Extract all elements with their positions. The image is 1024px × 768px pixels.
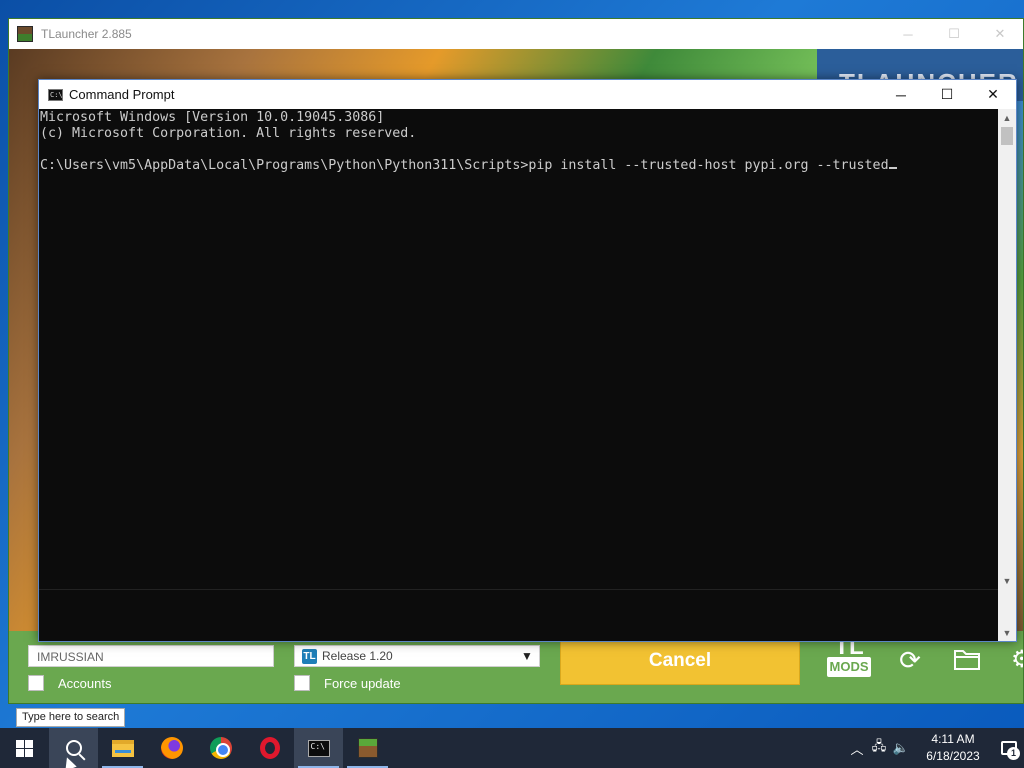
system-tray: ︿ 🖧 🔈 4:11 AM 6/18/2023 1 [846, 728, 1024, 768]
file-explorer-icon [111, 739, 134, 757]
taskbar-minecraft[interactable] [343, 728, 392, 768]
version-select-value: Release 1.20 [322, 649, 393, 663]
cmd-window-controls: ─ ☐ ✕ [878, 80, 1016, 109]
tl-mods-button[interactable]: TL MODS [827, 635, 871, 685]
tlauncher-app-icon [17, 26, 33, 42]
taskbar-opera[interactable] [245, 728, 294, 768]
network-icon[interactable]: 🖧 [868, 728, 890, 768]
accounts-label: Accounts [58, 675, 112, 691]
scroll-down-icon[interactable]: ▼ [998, 572, 1016, 589]
cmd-lower-scrollbar[interactable]: ▼ [998, 589, 1016, 641]
text-cursor [888, 167, 897, 169]
tlauncher-titlebar[interactable]: TLauncher 2.885 ─ ☐ ✕ [9, 19, 1023, 49]
chrome-icon [209, 737, 232, 759]
console-input-line[interactable]: C:\Users\vm5\AppData\Local\Programs\Pyth… [40, 158, 998, 174]
minecraft-icon [357, 738, 378, 758]
opera-icon [259, 737, 280, 759]
firefox-icon [160, 737, 183, 759]
command-prompt-window: C:\ Command Prompt ─ ☐ ✕ Microsoft Windo… [38, 79, 1017, 642]
accounts-checkbox-box[interactable] [28, 675, 44, 691]
clock-time: 4:11 AM [931, 732, 975, 746]
tl-mods-bottom: MODS [827, 657, 871, 677]
chevron-down-icon[interactable]: ▼ [515, 646, 539, 666]
scrollbar-thumb[interactable] [1001, 127, 1013, 145]
minimize-icon[interactable]: ─ [885, 19, 931, 49]
minimize-icon[interactable]: ─ [878, 80, 924, 109]
taskbar-file-explorer[interactable] [98, 728, 147, 768]
version-select[interactable]: TL Release 1.20 ▼ [294, 645, 540, 667]
clock[interactable]: 4:11 AM 6/18/2023 [916, 731, 990, 765]
volume-muted-icon[interactable]: 🔈 [890, 728, 912, 768]
force-update-checkbox[interactable]: Force update [294, 675, 401, 691]
force-update-label: Force update [324, 675, 401, 691]
command-prompt-icon: C:\ [307, 739, 330, 757]
accounts-checkbox[interactable]: Accounts [28, 675, 111, 691]
maximize-icon[interactable]: ☐ [931, 19, 977, 49]
search-icon [65, 740, 82, 756]
username-input[interactable]: IMRUSSIAN [28, 645, 274, 667]
cmd-vertical-scrollbar[interactable]: ▲ ▼ [998, 109, 1016, 589]
taskbar-firefox[interactable] [147, 728, 196, 768]
notification-count-badge: 1 [1007, 747, 1020, 760]
maximize-icon[interactable]: ☐ [924, 80, 970, 109]
tlauncher-version-icon: TL [302, 648, 317, 664]
tlauncher-title: TLauncher 2.885 [41, 27, 132, 41]
start-button[interactable] [0, 728, 49, 768]
taskbar-command-prompt[interactable]: C:\ [294, 728, 343, 768]
cmd-app-icon: C:\ [48, 88, 63, 101]
notification-center-button[interactable]: 1 [994, 728, 1024, 768]
taskbar: C:\ ︿ 🖧 🔈 4:11 AM 6/18/2023 1 [0, 728, 1024, 768]
close-icon[interactable]: ✕ [970, 80, 1016, 109]
console-command: C:\Users\vm5\AppData\Local\Programs\Pyth… [40, 158, 889, 173]
cmd-lower-pane [39, 589, 999, 641]
search-tooltip: Type here to search [16, 708, 126, 727]
folder-icon[interactable] [953, 647, 981, 671]
gear-icon[interactable]: ⚙ [1011, 645, 1023, 675]
chevron-up-icon[interactable]: ︿ [846, 728, 868, 768]
close-icon[interactable]: ✕ [977, 19, 1023, 49]
scroll-down-icon[interactable]: ▼ [998, 624, 1016, 641]
windows-start-icon [16, 739, 33, 757]
scroll-up-icon[interactable]: ▲ [998, 109, 1016, 126]
refresh-icon[interactable]: ⟳ [895, 645, 925, 675]
taskbar-chrome[interactable] [196, 728, 245, 768]
cmd-title: Command Prompt [69, 87, 175, 102]
console-line: (c) Microsoft Corporation. All rights re… [40, 126, 417, 141]
tlauncher-window-controls: ─ ☐ ✕ [885, 19, 1023, 49]
cancel-button[interactable]: Cancel [560, 637, 800, 685]
cmd-console-output[interactable]: Microsoft Windows [Version 10.0.19045.30… [39, 109, 999, 589]
force-update-checkbox-box[interactable] [294, 675, 310, 691]
console-line: Microsoft Windows [Version 10.0.19045.30… [40, 110, 385, 125]
clock-date: 6/18/2023 [926, 749, 980, 763]
cmd-titlebar[interactable]: C:\ Command Prompt ─ ☐ ✕ [39, 80, 1016, 109]
